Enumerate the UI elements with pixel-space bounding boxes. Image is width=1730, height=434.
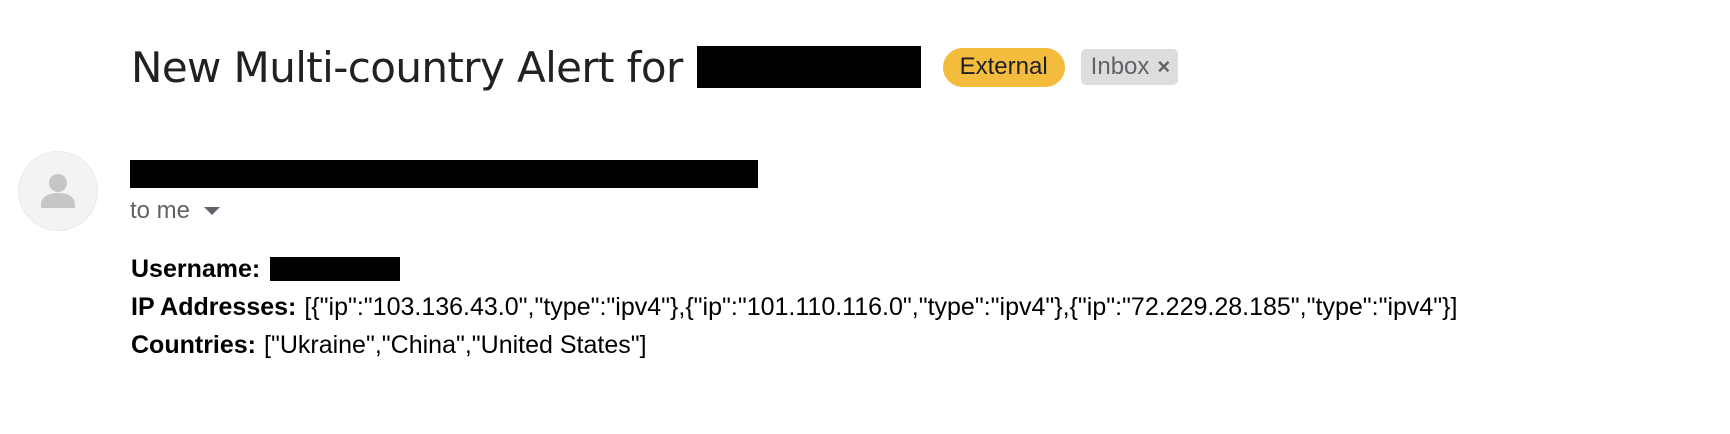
ip-addresses-value: [{"ip":"103.136.43.0","type":"ipv4"},{"i… — [304, 293, 1458, 321]
chevron-down-icon[interactable] — [204, 207, 221, 215]
subject-redaction — [696, 46, 921, 88]
inbox-label-text: Inbox — [1090, 53, 1150, 80]
sender-name-redaction — [130, 160, 758, 188]
subject-row: New Multi-country Alert for External Inb… — [131, 42, 1179, 92]
username-line: Username: — [131, 250, 1457, 288]
ip-addresses-line: IP Addresses: [{"ip":"103.136.43.0","typ… — [131, 288, 1457, 326]
countries-value: ["Ukraine","China","United States"] — [264, 331, 647, 359]
sender-avatar[interactable] — [18, 151, 98, 231]
recipient-details[interactable]: to me — [130, 197, 221, 225]
countries-label: Countries: — [131, 331, 256, 359]
recipient-text: to me — [130, 197, 191, 224]
ip-addresses-label: IP Addresses: — [131, 293, 297, 321]
message-body: Username: IP Addresses: [{"ip":"103.136.… — [131, 250, 1457, 364]
inbox-label[interactable]: Inbox × — [1080, 49, 1179, 85]
remove-label-close-icon[interactable]: × — [1157, 54, 1170, 80]
username-label: Username: — [131, 255, 261, 283]
external-label-text: External — [959, 53, 1048, 80]
external-label: External — [942, 47, 1065, 87]
countries-line: Countries: ["Ukraine","China","United St… — [131, 326, 1457, 364]
username-redaction — [270, 257, 401, 281]
email-subject: New Multi-country Alert for — [131, 42, 683, 92]
person-icon — [41, 174, 75, 208]
